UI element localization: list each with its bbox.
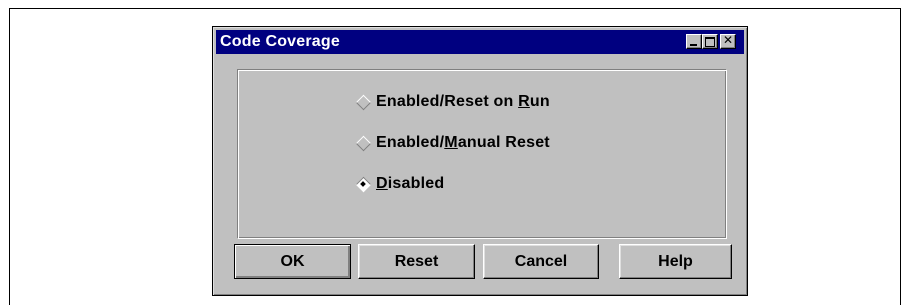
close-icon: ✕ (722, 33, 734, 47)
code-coverage-dialog: Code Coverage ✕ Enabled/Reset on Run Ena… (212, 26, 748, 296)
maximize-button[interactable] (702, 34, 718, 49)
minimize-button[interactable] (686, 34, 702, 49)
title-bar[interactable]: Code Coverage ✕ (216, 30, 744, 54)
close-button[interactable]: ✕ (720, 33, 736, 49)
radio-unchecked-icon[interactable] (355, 135, 372, 152)
radio-disabled[interactable]: Disabled (355, 173, 445, 195)
radio-enabled-reset-on-run[interactable]: Enabled/Reset on Run (355, 91, 550, 113)
radio-label-enabled-reset-on-run: Enabled/Reset on Run (376, 93, 550, 110)
radio-unchecked-icon[interactable] (355, 94, 372, 111)
radio-checked-icon[interactable] (355, 176, 372, 193)
window-title: Code Coverage (220, 33, 340, 50)
radio-enabled-manual-reset[interactable]: Enabled/Manual Reset (355, 132, 550, 154)
cancel-button[interactable]: Cancel (483, 244, 599, 279)
radio-label-enabled-manual-reset: Enabled/Manual Reset (376, 134, 550, 151)
help-button[interactable]: Help (619, 244, 732, 279)
maximize-icon (705, 37, 715, 47)
radio-label-disabled: Disabled (376, 175, 445, 192)
coverage-mode-group: Enabled/Reset on Run Enabled/Manual Rese… (237, 69, 727, 239)
reset-button[interactable]: Reset (358, 244, 475, 279)
ok-button[interactable]: OK (234, 244, 351, 279)
minimize-icon (690, 44, 697, 46)
